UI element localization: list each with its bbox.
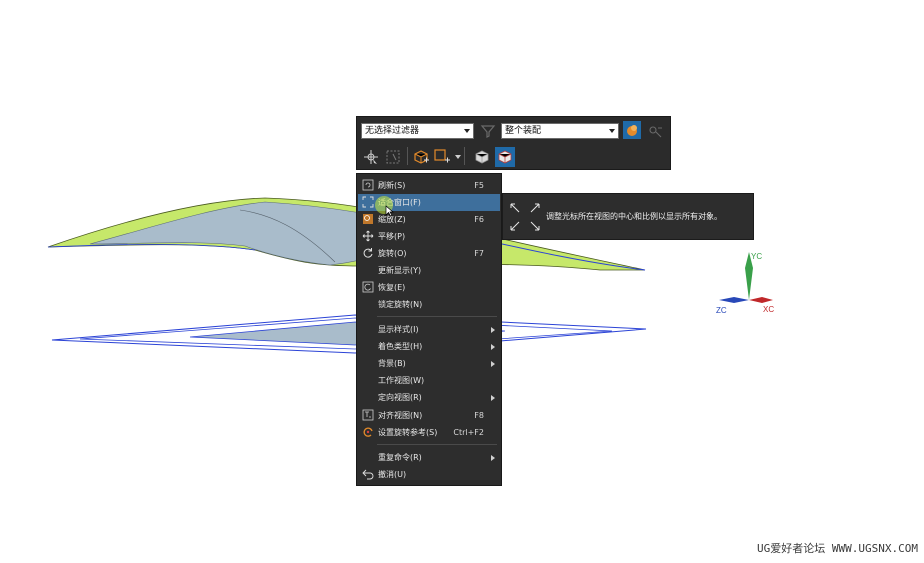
view-context-menu: 刷新(S) F5 适合窗口(F) 缩放(Z) F6 平移(P) 旋转(O) F7… (356, 173, 502, 486)
cube-select-icon[interactable] (412, 148, 430, 166)
submenu-arrow-icon (491, 344, 495, 350)
fit-window-tooltip: 调整光标所在视图的中心和比例以显示所有对象。 (502, 193, 754, 240)
face-select-icon[interactable] (433, 148, 451, 166)
menu-separator (377, 316, 497, 317)
menu-item-pan[interactable]: 平移(P) (358, 228, 500, 245)
undo-icon (362, 469, 374, 480)
assembly-part-icon (627, 125, 637, 136)
menu-item-rotate[interactable]: 旋转(O) F7 (358, 245, 500, 262)
z-axis-label: ZC (716, 306, 727, 315)
menu-separator (377, 444, 497, 445)
flat-plate-frame (51, 314, 647, 354)
chevron-down-icon (464, 129, 470, 133)
z-axis-arrow (719, 297, 749, 303)
type-filter-value: 无选择过滤器 (365, 126, 420, 136)
menu-item-update-display[interactable]: 更新显示(Y) (358, 262, 500, 279)
x-axis-label: XC (763, 305, 774, 314)
chevron-down-icon (609, 129, 615, 133)
zoom-icon (363, 214, 373, 224)
align-view-icon (362, 409, 374, 421)
menu-item-refresh[interactable]: 刷新(S) F5 (358, 177, 500, 194)
menu-item-work-view[interactable]: 工作视图(W) (358, 372, 500, 389)
forum-watermark: UG爱好者论坛 WWW.UGSNX.COM (757, 542, 918, 555)
submenu-arrow-icon (491, 361, 495, 367)
tooltip-text: 调整光标所在视图的中心和比例以显示所有对象。 (546, 212, 722, 221)
menu-item-orient-view[interactable]: 定向视图(R) (358, 389, 500, 406)
menu-item-restore[interactable]: 恢复(E) (358, 279, 500, 296)
menu-item-zoom[interactable]: 缩放(Z) F6 (358, 211, 500, 228)
menu-item-shading-type[interactable]: 着色类型(H) (358, 338, 500, 355)
selection-scope-value: 整个装配 (505, 126, 542, 136)
fit-window-icon (510, 203, 540, 231)
view-cube-icon (498, 150, 512, 164)
restore-icon (362, 281, 374, 293)
snap-point-icon[interactable] (362, 148, 380, 166)
coordinate-triad: YC XC ZC (716, 252, 774, 315)
submenu-arrow-icon (491, 327, 495, 333)
rotate-reference-icon (363, 427, 373, 437)
selection-toolbar: 无选择过滤器 整个装配 (356, 116, 671, 170)
chevron-down-icon[interactable] (455, 155, 461, 159)
selection-box-icon[interactable] (385, 148, 403, 166)
menu-item-lock-rotation[interactable]: 锁定旋转(N) (358, 296, 500, 313)
pan-icon (362, 230, 374, 242)
shaded-cube-icon[interactable] (473, 148, 491, 166)
menu-item-repeat-command[interactable]: 重复命令(R) (358, 449, 500, 466)
submenu-arrow-icon (491, 395, 495, 401)
mouse-pointer-icon (385, 205, 394, 217)
filter-funnel-icon[interactable] (479, 122, 497, 140)
type-filter-combo[interactable]: 无选择过滤器 (361, 123, 474, 139)
menu-item-background[interactable]: 背景(B) (358, 355, 500, 372)
refresh-icon (362, 179, 374, 191)
menu-item-display-style[interactable]: 显示样式(I) (358, 321, 500, 338)
fit-window-icon (362, 196, 374, 208)
menu-item-undo[interactable]: 撤消(U) (358, 466, 500, 483)
view-cube-toggle[interactable] (495, 147, 515, 167)
rotate-icon (363, 248, 373, 258)
menu-item-align-view[interactable]: 对齐视图(N) F8 (358, 407, 500, 424)
menu-item-set-rotate-reference[interactable]: 设置旋转参考(S) Ctrl+F2 (358, 424, 500, 441)
component-select-icon[interactable] (646, 122, 664, 140)
x-axis-arrow (749, 297, 773, 303)
submenu-arrow-icon (491, 455, 495, 461)
assembly-select-toggle[interactable] (623, 121, 641, 139)
y-axis-label: YC (751, 252, 762, 261)
selection-scope-combo[interactable]: 整个装配 (501, 123, 619, 139)
